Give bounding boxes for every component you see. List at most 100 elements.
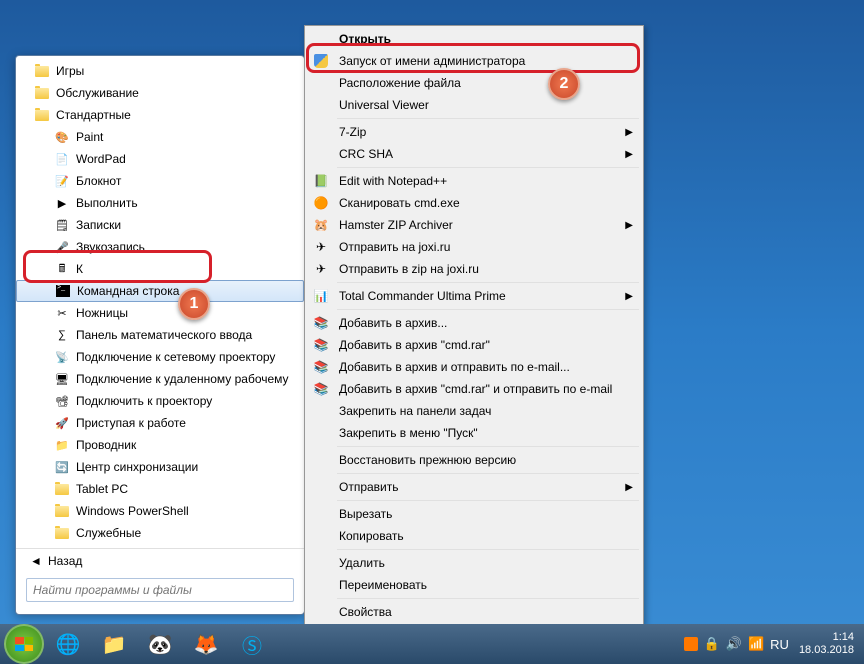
- context-menu-item[interactable]: 📚Добавить в архив и отправить по e-mail.…: [307, 356, 641, 378]
- start-menu: ИгрыОбслуживаниеСтандартные🎨Paint📄WordPa…: [15, 55, 305, 615]
- start-button[interactable]: [4, 624, 44, 664]
- context-item-label: Удалить: [339, 556, 385, 570]
- taskbar-app-explorer[interactable]: 📁: [92, 626, 136, 662]
- context-menu-item[interactable]: 📚Добавить в архив...: [307, 312, 641, 334]
- submenu-arrow-icon: ▶: [625, 220, 633, 231]
- joxi-icon: ✈: [309, 237, 333, 257]
- taskbar-app-ie[interactable]: 🌐: [46, 626, 90, 662]
- context-menu-item[interactable]: Открыть: [307, 28, 641, 50]
- context-menu-item[interactable]: Удалить: [307, 552, 641, 574]
- taskbar-app-skype[interactable]: Ⓢ: [230, 626, 274, 662]
- tray-shield-icon[interactable]: 🔒: [704, 636, 720, 652]
- tray-volume-icon[interactable]: 🔊: [726, 636, 742, 652]
- badge-1: 1: [178, 288, 210, 320]
- back-button[interactable]: ◄ Назад: [16, 548, 304, 572]
- folder-icon: [54, 525, 70, 541]
- context-menu-item[interactable]: Отправить▶: [307, 476, 641, 498]
- start-menu-item[interactable]: ▶Выполнить: [16, 192, 304, 214]
- context-menu-item[interactable]: Вырезать: [307, 503, 641, 525]
- badge-2: 2: [548, 68, 580, 100]
- submenu-arrow-icon: ▶: [625, 127, 633, 138]
- taskbar-clock[interactable]: 1:14 18.03.2018: [799, 631, 860, 657]
- back-arrow-icon: ◄: [30, 554, 42, 568]
- context-menu-item[interactable]: Закрепить в меню "Пуск": [307, 422, 641, 444]
- hamster-icon: 🐹: [309, 215, 333, 235]
- context-item-label: Свойства: [339, 605, 392, 619]
- folder-icon: [54, 503, 70, 519]
- clock-date: 18.03.2018: [799, 644, 854, 657]
- context-menu-item[interactable]: Universal Viewer: [307, 94, 641, 116]
- context-menu-item[interactable]: 7-Zip▶: [307, 121, 641, 143]
- context-item-label: Переименовать: [339, 578, 427, 592]
- context-item-label: Universal Viewer: [339, 98, 429, 112]
- context-menu-item[interactable]: Восстановить прежнюю версию: [307, 449, 641, 471]
- taskbar-app-panda[interactable]: 🐼: [138, 626, 182, 662]
- start-menu-item[interactable]: Служебные: [16, 522, 304, 544]
- menu-item-label: К: [76, 262, 83, 276]
- joxi-icon: ✈: [309, 259, 333, 279]
- start-menu-item[interactable]: 📡Подключение к сетевому проектору: [16, 346, 304, 368]
- start-menu-item[interactable]: ✂Ножницы: [16, 302, 304, 324]
- start-menu-item[interactable]: ∑Панель математического ввода: [16, 324, 304, 346]
- context-menu-item[interactable]: Закрепить на панели задач: [307, 400, 641, 422]
- start-menu-item[interactable]: Windows PowerShell: [16, 500, 304, 522]
- search-input[interactable]: [26, 578, 294, 602]
- start-menu-item[interactable]: 🎤Звукозапись: [16, 236, 304, 258]
- start-menu-item[interactable]: 📽Подключить к проектору: [16, 390, 304, 412]
- context-menu-item[interactable]: ✈Отправить в zip на joxi.ru: [307, 258, 641, 280]
- notepad-icon: 📝: [54, 173, 70, 189]
- context-menu-item[interactable]: Запуск от имени администратора: [307, 50, 641, 72]
- menu-item-label: Блокнот: [76, 174, 121, 188]
- taskbar-left: 🌐 📁 🐼 🦊 Ⓢ: [4, 624, 274, 664]
- context-menu-item[interactable]: 🟠Сканировать cmd.exe: [307, 192, 641, 214]
- context-menu-item[interactable]: 🐹Hamster ZIP Archiver▶: [307, 214, 641, 236]
- start-menu-item[interactable]: Tablet PC: [16, 478, 304, 500]
- context-menu: ОткрытьЗапуск от имени администратора Рас…: [304, 25, 644, 626]
- rar-icon: 📚: [309, 335, 333, 355]
- blank-icon: [309, 73, 333, 93]
- system-tray[interactable]: 🔒 🔊 📶 RU: [684, 636, 789, 652]
- context-menu-item[interactable]: 📗Edit with Notepad++: [307, 170, 641, 192]
- start-menu-item[interactable]: 🎨Paint: [16, 126, 304, 148]
- rar-icon: 📚: [309, 313, 333, 333]
- context-menu-item[interactable]: ✈Отправить на joxi.ru: [307, 236, 641, 258]
- context-menu-item[interactable]: 📚Добавить в архив "cmd.rar": [307, 334, 641, 356]
- menu-item-label: Tablet PC: [76, 482, 128, 496]
- npp-icon: 📗: [309, 171, 333, 191]
- start-menu-item[interactable]: 🖩К: [16, 258, 304, 280]
- start-menu-item[interactable]: 📁Проводник: [16, 434, 304, 456]
- context-menu-item[interactable]: CRC SHA▶: [307, 143, 641, 165]
- context-menu-item[interactable]: Переименовать: [307, 574, 641, 596]
- start-menu-item[interactable]: Обслуживание: [16, 82, 304, 104]
- context-menu-item[interactable]: Копировать: [307, 525, 641, 547]
- start-menu-item[interactable]: 🖥Подключение к удаленному рабочему: [16, 368, 304, 390]
- tray-lang[interactable]: RU: [770, 637, 789, 652]
- start-menu-item[interactable]: 📄WordPad: [16, 148, 304, 170]
- submenu-arrow-icon: ▶: [625, 482, 633, 493]
- context-menu-item[interactable]: Свойства: [307, 601, 641, 623]
- taskbar-app-firefox[interactable]: 🦊: [184, 626, 228, 662]
- snip-icon: ✂: [54, 305, 70, 321]
- start-menu-item[interactable]: 📝 Блокнот: [16, 170, 304, 192]
- taskbar: 🌐 📁 🐼 🦊 Ⓢ 🔒 🔊 📶 RU 1:14 18.03.2018: [0, 624, 864, 664]
- context-item-label: Расположение файла: [339, 76, 461, 90]
- tray-network-icon[interactable]: 📶: [748, 636, 764, 652]
- context-item-label: Копировать: [339, 529, 404, 543]
- start-menu-item[interactable]: Командная строка: [16, 280, 304, 302]
- tray-avast-icon[interactable]: [684, 637, 698, 651]
- menu-item-label: Подключить к проектору: [76, 394, 212, 408]
- menu-item-label: Звукозапись: [76, 240, 145, 254]
- menu-item-label: Проводник: [76, 438, 136, 452]
- context-menu-item[interactable]: 📚Добавить в архив "cmd.rar" и отправить …: [307, 378, 641, 400]
- context-menu-item[interactable]: Расположение файла: [307, 72, 641, 94]
- blank-icon: [309, 423, 333, 443]
- context-separator: [337, 282, 639, 283]
- context-item-label: Закрепить в меню "Пуск": [339, 426, 478, 440]
- start-menu-item[interactable]: 🚀Приступая к работе: [16, 412, 304, 434]
- start-menu-item[interactable]: Игры: [16, 60, 304, 82]
- start-menu-item[interactable]: Стандартные: [16, 104, 304, 126]
- blank-icon: [309, 95, 333, 115]
- start-menu-item[interactable]: 🔄Центр синхронизации: [16, 456, 304, 478]
- context-menu-item[interactable]: 📊Total Commander Ultima Prime▶: [307, 285, 641, 307]
- start-menu-item[interactable]: 🗒Записки: [16, 214, 304, 236]
